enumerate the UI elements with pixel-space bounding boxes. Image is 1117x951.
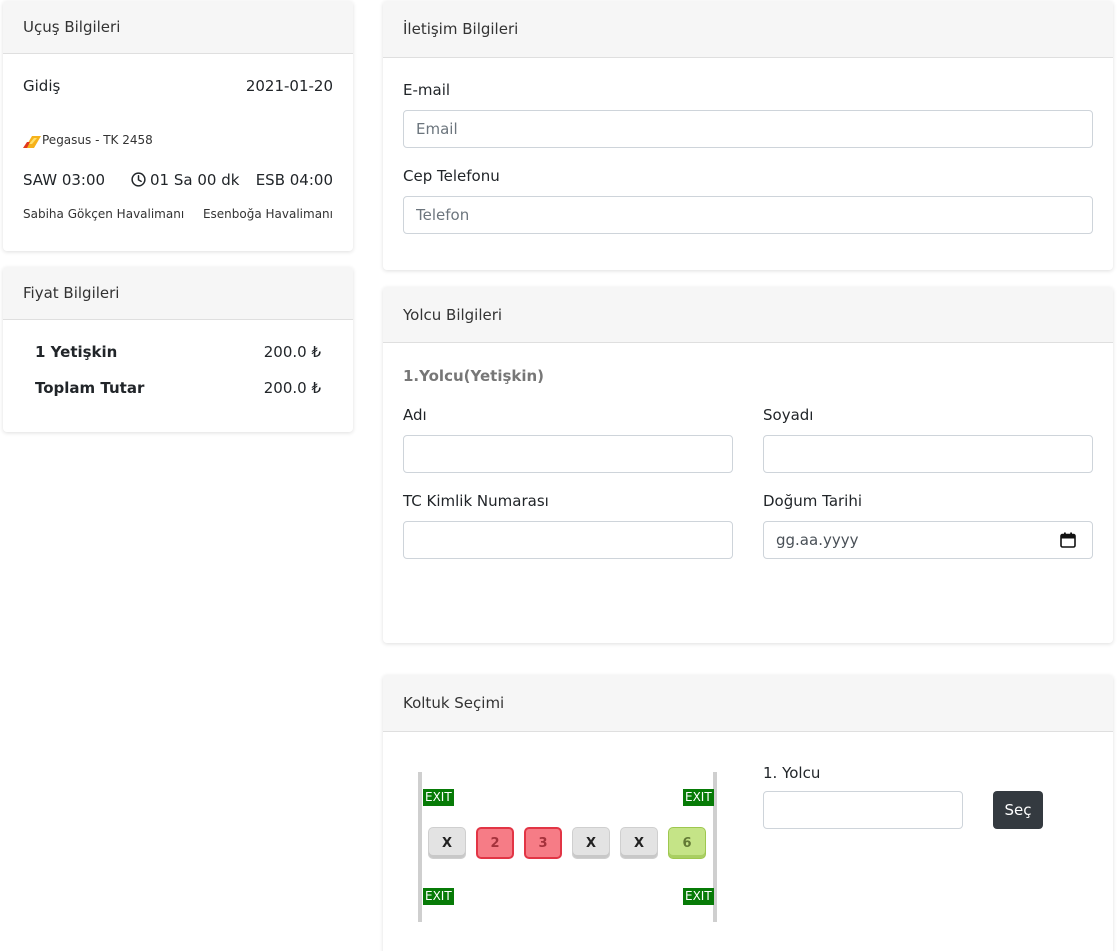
passenger-info-title: Yolcu Bilgileri [403,305,503,324]
seat-selection-header: Koltuk Seçimi [383,675,1113,732]
exit-sign: EXIT [423,789,454,806]
seat-passenger-label: 1. Yolcu [763,764,821,782]
first-name-field[interactable] [403,435,733,473]
seat-5: X [620,827,658,859]
seat-selection-card: Koltuk Seçimi EXIT EXIT EXIT EXIT X 2 3 … [383,675,1113,951]
contact-info-header: İletişim Bilgileri [383,1,1113,58]
phone-label: Cep Telefonu [403,167,500,185]
flight-direction: Gidiş [23,77,61,95]
price-info-card: Fiyat Bilgileri 1 Yetişkin 200.0 ₺ Topla… [3,267,353,432]
departure-time: SAW 03:00 [23,171,106,189]
cabin-wall-left [418,772,422,922]
total-price-value: 200.0 ₺ [263,379,321,397]
total-price-label: Toplam Tutar [35,379,145,397]
contact-info-card: İletişim Bilgileri E-mail Cep Telefonu [383,1,1113,270]
calendar-icon[interactable] [1060,532,1076,548]
seat-3: 3 [524,827,562,859]
seat-2: 2 [476,827,514,859]
passenger-info-header: Yolcu Bilgileri [383,287,1113,343]
arrival-time: ESB 04:00 [255,171,333,189]
tc-id-field[interactable] [403,521,733,559]
clock-icon [131,172,146,187]
flight-info-header: Uçuş Bilgileri [3,1,353,54]
pegasus-logo-icon [23,134,41,148]
phone-field[interactable] [403,196,1093,234]
birth-date-field[interactable]: gg.aa.yyyy [763,521,1093,559]
birth-date-placeholder: gg.aa.yyyy [776,531,859,549]
price-row-value: 200.0 ₺ [263,343,321,361]
seat-selection-title: Koltuk Seçimi [403,694,505,712]
select-seat-button[interactable]: Seç [993,791,1043,829]
flight-duration: 01 Sa 00 dk [150,171,240,189]
last-name-field[interactable] [763,435,1093,473]
price-info-header: Fiyat Bilgileri [3,267,353,320]
passenger-info-card: Yolcu Bilgileri 1.Yolcu(Yetişkin) Adı So… [383,287,1113,643]
email-label: E-mail [403,81,451,99]
contact-info-title: İletişim Bilgileri [403,20,519,38]
exit-sign: EXIT [423,888,454,905]
arrival-airport: Esenboğa Havalimanı [202,207,333,221]
flight-date: 2021-01-20 [245,77,333,95]
seat-4: X [572,827,610,859]
flight-info-title: Uçuş Bilgileri [23,18,121,36]
seat-6[interactable]: 6 [668,827,706,859]
first-name-label: Adı [403,406,427,424]
seat-1: X [428,827,466,859]
passenger-subtitle: 1.Yolcu(Yetişkin) [403,367,545,385]
flight-info-card: Uçuş Bilgileri Gidiş 2021-01-20 Pegasus … [3,1,353,251]
price-info-title: Fiyat Bilgileri [23,284,120,302]
exit-sign: EXIT [683,888,714,905]
email-field[interactable] [403,110,1093,148]
departure-airport: Sabiha Gökçen Havalimanı [23,207,185,221]
seat-number-field[interactable] [763,791,963,829]
birth-date-label: Doğum Tarihi [763,492,863,510]
exit-sign: EXIT [683,789,714,806]
last-name-label: Soyadı [763,406,814,424]
tc-id-label: TC Kimlik Numarası [403,492,549,510]
airline-flight-number: Pegasus - TK 2458 [42,133,153,147]
price-row-label: 1 Yetişkin [35,343,118,361]
